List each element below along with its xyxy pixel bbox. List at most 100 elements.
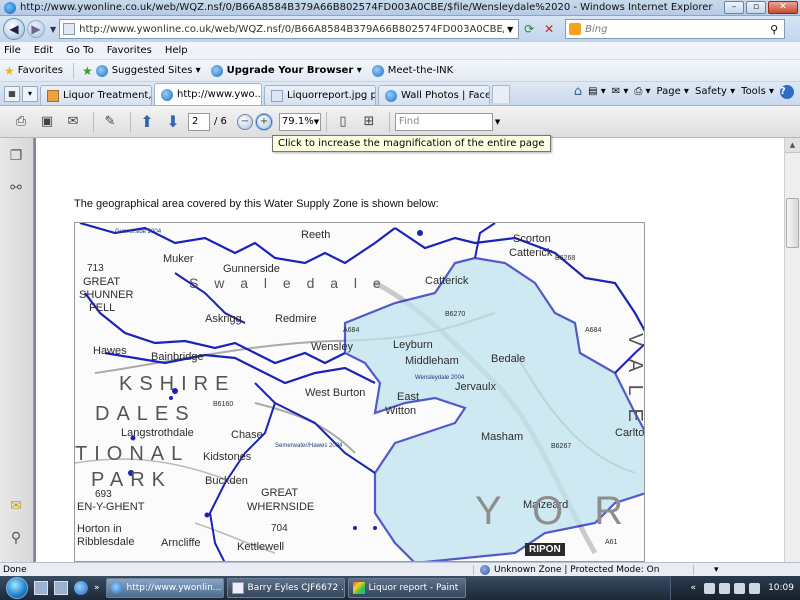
upgrade-browser-label: Upgrade Your Browser ▾ bbox=[226, 65, 362, 76]
task-paint-icon bbox=[352, 582, 365, 594]
meet-the-ink-link[interactable]: Meet-the-INK bbox=[371, 64, 453, 77]
find-dropdown-icon[interactable]: ▼ bbox=[495, 118, 505, 126]
forward-arrow-icon: ▶ bbox=[31, 22, 41, 36]
switch-windows-icon[interactable] bbox=[54, 581, 68, 595]
map-label-penyghent: EN-Y-GHENT bbox=[77, 501, 145, 513]
home-icon[interactable]: ⌂ bbox=[574, 84, 582, 99]
safety-menu[interactable]: Safety ▾ bbox=[695, 86, 735, 97]
taskbar-item-barry-eyles[interactable]: Barry Eyles CJF6672 ... bbox=[226, 578, 345, 598]
forward-button[interactable]: ▶ bbox=[27, 20, 45, 38]
address-dropdown-icon[interactable]: ▼ bbox=[504, 25, 516, 34]
bookmarks-panel-icon[interactable]: ⚯ bbox=[8, 180, 24, 198]
refresh-button[interactable]: ⟳ bbox=[519, 19, 539, 39]
tray-action-center-icon[interactable] bbox=[734, 582, 746, 594]
help-icon[interactable]: ? bbox=[780, 84, 794, 99]
stop-button[interactable]: ✕ bbox=[539, 19, 559, 39]
quicklaunch-more-icon[interactable]: » bbox=[94, 583, 100, 593]
tab-ywonline[interactable]: http://www.ywo... bbox=[154, 83, 262, 105]
tray-power-icon[interactable] bbox=[749, 582, 761, 594]
map-label-catterick: Catterick bbox=[425, 275, 469, 287]
scroll-thumb[interactable] bbox=[786, 198, 799, 248]
tray-clock[interactable]: 10:09 bbox=[768, 583, 794, 593]
water-supply-zone-map: Gunnerside 2004 Reeth Scorton Catterick … bbox=[74, 222, 645, 562]
security-zone[interactable]: Unknown Zone | Protected Mode: On bbox=[473, 564, 693, 575]
menu-go-to[interactable]: Go To bbox=[66, 45, 94, 56]
tab-list-icon[interactable]: ▾ bbox=[22, 86, 38, 102]
previous-page-button[interactable]: ⬆ bbox=[136, 111, 158, 133]
quicklaunch-ie-icon[interactable] bbox=[74, 581, 88, 595]
feeds-icon[interactable]: ▤ ▾ bbox=[588, 86, 606, 97]
find-input[interactable]: Find bbox=[394, 112, 493, 131]
fit-page-button[interactable]: ▯ bbox=[332, 111, 354, 133]
pages-panel-icon[interactable]: ❐ bbox=[8, 148, 24, 166]
zone-label-gunnerside: Gunnerside 2004 bbox=[115, 229, 162, 235]
map-label-scorton: Scorton bbox=[513, 233, 551, 245]
tools-menu[interactable]: Tools ▾ bbox=[741, 86, 774, 97]
map-label-masham: Masham bbox=[481, 431, 524, 443]
start-button[interactable] bbox=[0, 576, 34, 600]
window-title-bar[interactable]: http://www.ywonline.co.uk/web/WQZ.nsf/0/… bbox=[0, 0, 800, 16]
attachments-panel-icon[interactable]: ⚲ bbox=[8, 530, 24, 548]
print-icon[interactable]: ⎙ ▾ bbox=[634, 86, 650, 97]
pdf-comment-button[interactable]: ✎ bbox=[99, 111, 121, 133]
taskbar-item-ie[interactable]: http://www.ywonlin... bbox=[105, 578, 224, 598]
toolbar-separator bbox=[388, 111, 390, 132]
scroll-up-button[interactable]: ▲ bbox=[785, 138, 800, 153]
close-button[interactable]: ✕ bbox=[768, 1, 798, 14]
zoom-in-button[interactable]: + bbox=[255, 113, 272, 130]
taskbar-item-paint[interactable]: Liquor report - Paint bbox=[347, 578, 466, 598]
tray-network-icon[interactable] bbox=[704, 582, 716, 594]
tray-expand-icon[interactable]: « bbox=[691, 583, 697, 593]
pdf-print-button[interactable]: ⎙ bbox=[10, 111, 32, 133]
history-dropdown-icon[interactable]: ▼ bbox=[50, 25, 56, 34]
favorites-separator bbox=[72, 62, 74, 79]
pdf-save-button[interactable]: ▣ bbox=[36, 111, 58, 133]
globe-icon bbox=[480, 564, 490, 575]
menu-help[interactable]: Help bbox=[165, 45, 188, 56]
page-menu[interactable]: Page ▾ bbox=[657, 86, 689, 97]
tab-liquorreport[interactable]: Liquorreport.jpg pic... bbox=[264, 85, 376, 105]
map-label-693: 693 bbox=[95, 489, 112, 500]
map-label-bainbridge: Bainbridge bbox=[151, 351, 204, 363]
maximize-button[interactable]: ▫ bbox=[746, 1, 766, 14]
fit-width-button[interactable]: ⊞ bbox=[358, 111, 380, 133]
comment-icon: ✎ bbox=[104, 114, 116, 129]
search-box[interactable]: Bing ⚲ bbox=[565, 19, 786, 39]
back-button[interactable]: ◀ bbox=[3, 18, 25, 40]
read-mail-icon[interactable]: ✉ ▾ bbox=[612, 86, 629, 97]
upgrade-browser-link[interactable]: Upgrade Your Browser ▾ bbox=[210, 64, 362, 77]
status-zoom-control[interactable]: ▾ bbox=[693, 564, 719, 575]
favorites-button[interactable]: ★ Favorites bbox=[4, 64, 63, 78]
zoom-in-tooltip: Click to increase the magnification of t… bbox=[272, 135, 551, 152]
next-page-button[interactable]: ⬇ bbox=[162, 111, 184, 133]
stop-icon: ✕ bbox=[544, 22, 555, 36]
comments-panel-icon[interactable]: ✉ bbox=[8, 498, 24, 516]
road-label-a61: A61 bbox=[605, 539, 618, 546]
suggested-sites-link[interactable]: ★ Suggested Sites ▾ bbox=[82, 64, 201, 78]
upgrade-browser-icon bbox=[210, 64, 223, 77]
menu-favorites[interactable]: Favorites bbox=[107, 45, 152, 56]
zoom-select[interactable]: 79.1% ▼ bbox=[278, 112, 321, 131]
pdf-email-button[interactable]: ✉ bbox=[62, 111, 84, 133]
new-tab-button[interactable] bbox=[492, 85, 510, 103]
tray-volume-icon[interactable] bbox=[719, 582, 731, 594]
status-bar: Done Unknown Zone | Protected Mode: On ▾ bbox=[0, 562, 800, 576]
page-icon bbox=[63, 23, 76, 35]
vertical-scrollbar[interactable]: ▲ bbox=[784, 138, 800, 562]
quick-tabs-icon[interactable]: ▦ bbox=[4, 86, 20, 102]
minimize-button[interactable]: – bbox=[724, 1, 744, 14]
search-placeholder[interactable]: Bing bbox=[585, 24, 764, 35]
menu-edit[interactable]: Edit bbox=[34, 45, 53, 56]
map-label-kettlewell: Kettlewell bbox=[237, 541, 285, 553]
zoom-out-button[interactable]: − bbox=[236, 113, 253, 130]
tab-wall-photos[interactable]: Wall Photos | Faceb... bbox=[378, 85, 490, 105]
show-desktop-icon[interactable] bbox=[34, 581, 48, 595]
address-bar[interactable]: http://www.ywonline.co.uk/web/WQZ.nsf/0/… bbox=[59, 19, 520, 39]
address-url[interactable]: http://www.ywonline.co.uk/web/WQZ.nsf/0/… bbox=[79, 24, 504, 35]
tab-liquor-treatment[interactable]: Liquor Treatment, o... bbox=[40, 85, 152, 105]
page-number-input[interactable]: 2 bbox=[188, 112, 210, 131]
search-icon[interactable]: ⚲ bbox=[764, 23, 784, 36]
map-label-fell: FELL bbox=[89, 302, 116, 314]
map-label-vale: V A L E bbox=[624, 333, 645, 426]
menu-file[interactable]: File bbox=[4, 45, 21, 56]
